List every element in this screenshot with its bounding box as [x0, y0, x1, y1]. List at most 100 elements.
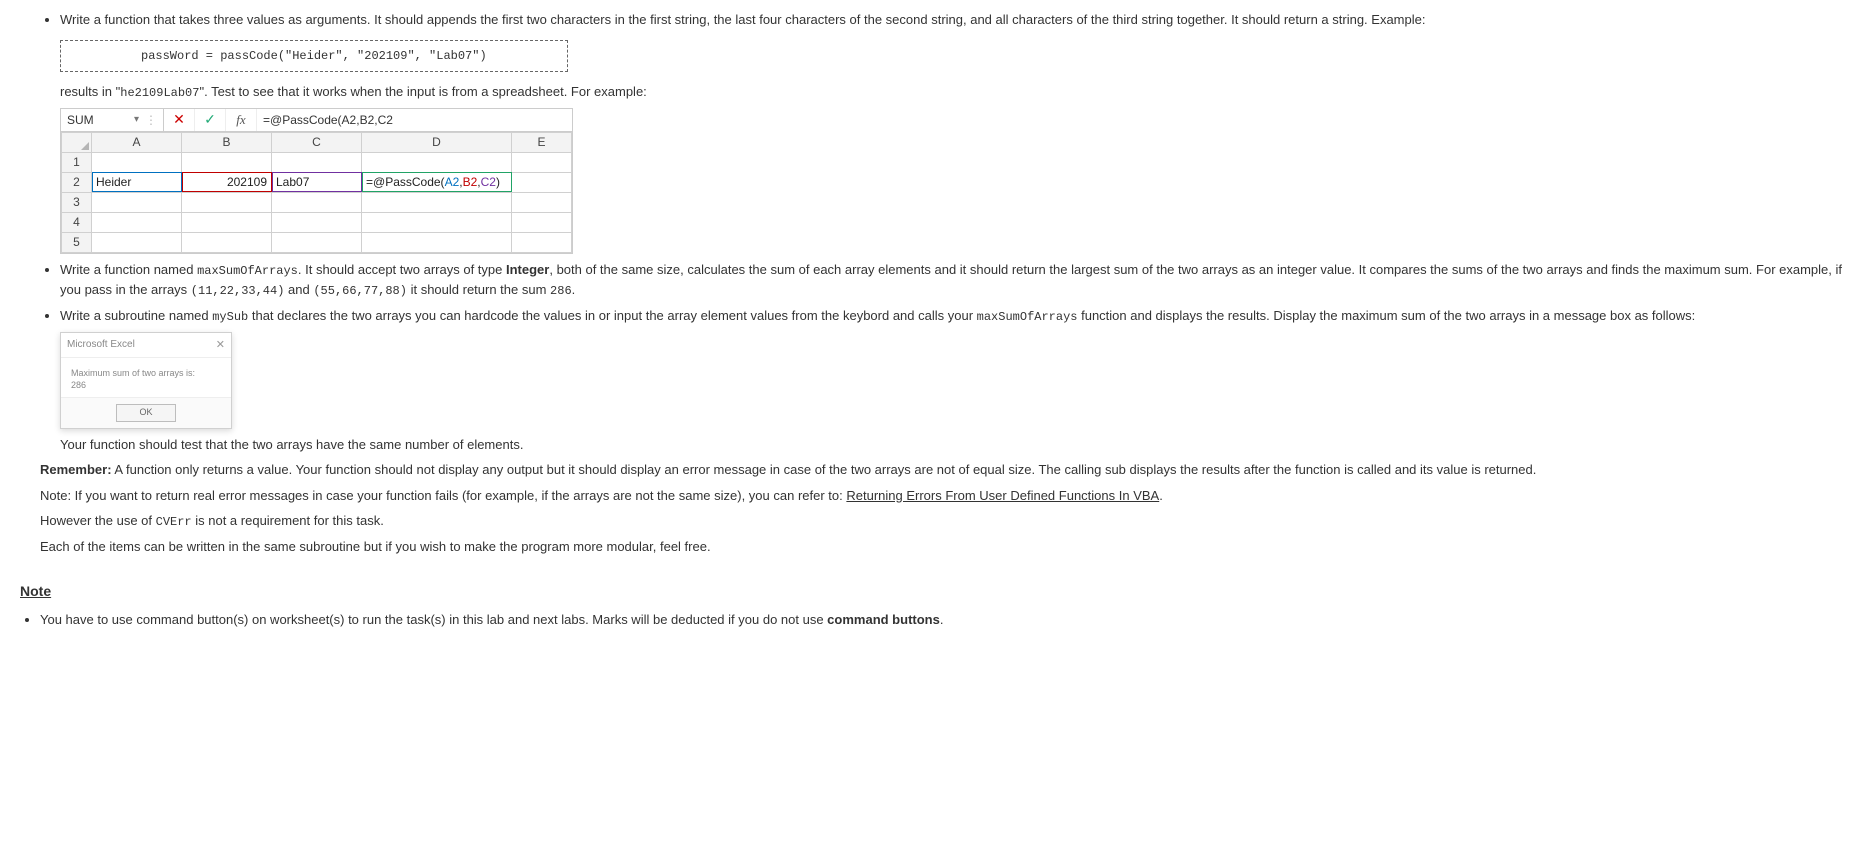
t2-code1: maxSumOfArrays	[197, 264, 298, 278]
row-header-1: 1	[62, 152, 92, 172]
results-prefix: results in "	[60, 84, 120, 99]
note2-a: However the use of	[40, 513, 156, 528]
d2-pre: =@PassCode(	[366, 175, 445, 189]
bottom-bold: command buttons	[827, 612, 940, 627]
cell-c3	[272, 192, 362, 212]
t2-b: . It should accept two arrays of type	[298, 262, 506, 277]
t2-code2: (11,22,33,44)	[191, 284, 285, 298]
cell-d4	[362, 212, 512, 232]
note3-paragraph: Each of the items can be written in the …	[40, 537, 1856, 557]
message-box-titlebar: Microsoft Excel ✕	[61, 333, 231, 359]
cell-e5	[512, 232, 572, 252]
row-header-2: 2	[62, 172, 92, 192]
drag-dots-icon: ⋮	[145, 111, 157, 129]
cell-b5	[182, 232, 272, 252]
cell-b2: 202109	[182, 172, 272, 192]
close-icon: ✕	[216, 337, 225, 354]
t3-code1: mySub	[212, 310, 248, 324]
cell-d2: =@PassCode(A2,B2,C2)	[362, 172, 512, 192]
bottom-a: You have to use command button(s) on wor…	[40, 612, 827, 627]
cell-d5	[362, 232, 512, 252]
t2-code3: (55,66,77,88)	[313, 284, 407, 298]
formula-bar-input: =@PassCode(A2,B2,C2	[257, 109, 429, 131]
row-header-5: 5	[62, 232, 92, 252]
task1-text: Write a function that takes three values…	[60, 12, 1425, 27]
excel-screenshot: SUM ▾ ⋮ ✕ ✓ fx =@PassCode(A2,B2,C2 A B C	[60, 108, 573, 254]
message-box-body: Maximum sum of two arrays is: 286	[61, 358, 231, 397]
note2-code: CVErr	[156, 515, 192, 529]
message-box-title: Microsoft Excel	[67, 337, 135, 352]
select-all-corner	[62, 132, 92, 152]
cell-e2	[512, 172, 572, 192]
col-header-c: C	[272, 132, 362, 152]
d2-ref-b2: B2	[463, 175, 478, 189]
t2-f: .	[572, 282, 576, 297]
cell-a5	[92, 232, 182, 252]
task-item-3: Write a subroutine named mySub that decl…	[60, 306, 1856, 455]
after-msg-text: Your function should test that the two a…	[60, 435, 1856, 455]
row-header-4: 4	[62, 212, 92, 232]
cell-c5	[272, 232, 362, 252]
remember-text: A function only returns a value. Your fu…	[112, 462, 1537, 477]
cell-b3	[182, 192, 272, 212]
message-box-footer: OK	[61, 397, 231, 428]
cell-c4	[272, 212, 362, 232]
d2-ref-c2: C2	[481, 175, 496, 189]
col-header-a: A	[92, 132, 182, 152]
note1-a: Note: If you want to return real error m…	[40, 488, 846, 503]
message-line2: 286	[71, 380, 221, 392]
t3-c: function and displays the results. Displ…	[1077, 308, 1695, 323]
cell-d1	[362, 152, 512, 172]
note2-paragraph: However the use of CVErr is not a requir…	[40, 511, 1856, 531]
excel-grid: A B C D E 1 2 Heider 202109 Lab07	[61, 132, 572, 253]
cell-c1	[272, 152, 362, 172]
fx-icon: fx	[226, 109, 257, 131]
cell-a2: Heider	[92, 172, 182, 192]
d2-ref-a2: A2	[445, 175, 460, 189]
t2-bold1: Integer	[506, 262, 549, 277]
note2-b: is not a requirement for this task.	[192, 513, 384, 528]
remember-label: Remember:	[40, 462, 112, 477]
task-item-1: Write a function that takes three values…	[60, 10, 1856, 254]
t2-code4: 286	[550, 284, 572, 298]
code-example-passcode: passWord = passCode("Heider", "202109", …	[60, 40, 568, 72]
message-box: Microsoft Excel ✕ Maximum sum of two arr…	[60, 332, 232, 429]
task-item-2: Write a function named maxSumOfArrays. I…	[60, 260, 1856, 300]
cell-a1	[92, 152, 182, 172]
cell-b1	[182, 152, 272, 172]
remember-paragraph: Remember: A function only returns a valu…	[40, 460, 1856, 480]
cancel-icon: ✕	[164, 109, 195, 131]
excel-formula-bar: SUM ▾ ⋮ ✕ ✓ fx =@PassCode(A2,B2,C2	[61, 109, 572, 132]
accept-icon: ✓	[195, 109, 226, 131]
ok-button: OK	[116, 404, 175, 422]
t2-e: it should return the sum	[407, 282, 550, 297]
cell-e4	[512, 212, 572, 232]
note1-b: .	[1159, 488, 1163, 503]
cell-a3	[92, 192, 182, 212]
col-header-b: B	[182, 132, 272, 152]
cell-b4	[182, 212, 272, 232]
results-code: he2109Lab07	[120, 86, 199, 100]
cell-e1	[512, 152, 572, 172]
name-box-value: SUM	[67, 111, 94, 129]
results-suffix: ". Test to see that it works when the in…	[199, 84, 646, 99]
t3-b: that declares the two arrays you can har…	[248, 308, 976, 323]
excel-name-box: SUM ▾ ⋮	[61, 109, 164, 131]
bottom-note-item: You have to use command button(s) on wor…	[40, 610, 1856, 630]
d2-post: )	[496, 175, 500, 189]
vba-errors-link[interactable]: Returning Errors From User Defined Funct…	[846, 488, 1159, 503]
cell-e3	[512, 192, 572, 212]
t3-a: Write a subroutine named	[60, 308, 212, 323]
t3-code2: maxSumOfArrays	[977, 310, 1078, 324]
cell-a4	[92, 212, 182, 232]
task1-results: results in "he2109Lab07". Test to see th…	[60, 82, 1856, 102]
message-line1: Maximum sum of two arrays is:	[71, 368, 221, 380]
t2-a: Write a function named	[60, 262, 197, 277]
bottom-b: .	[940, 612, 944, 627]
t2-d: and	[284, 282, 313, 297]
cell-d3	[362, 192, 512, 212]
note-heading: Note	[20, 581, 1856, 602]
col-header-e: E	[512, 132, 572, 152]
col-header-d: D	[362, 132, 512, 152]
note1-paragraph: Note: If you want to return real error m…	[40, 486, 1856, 506]
